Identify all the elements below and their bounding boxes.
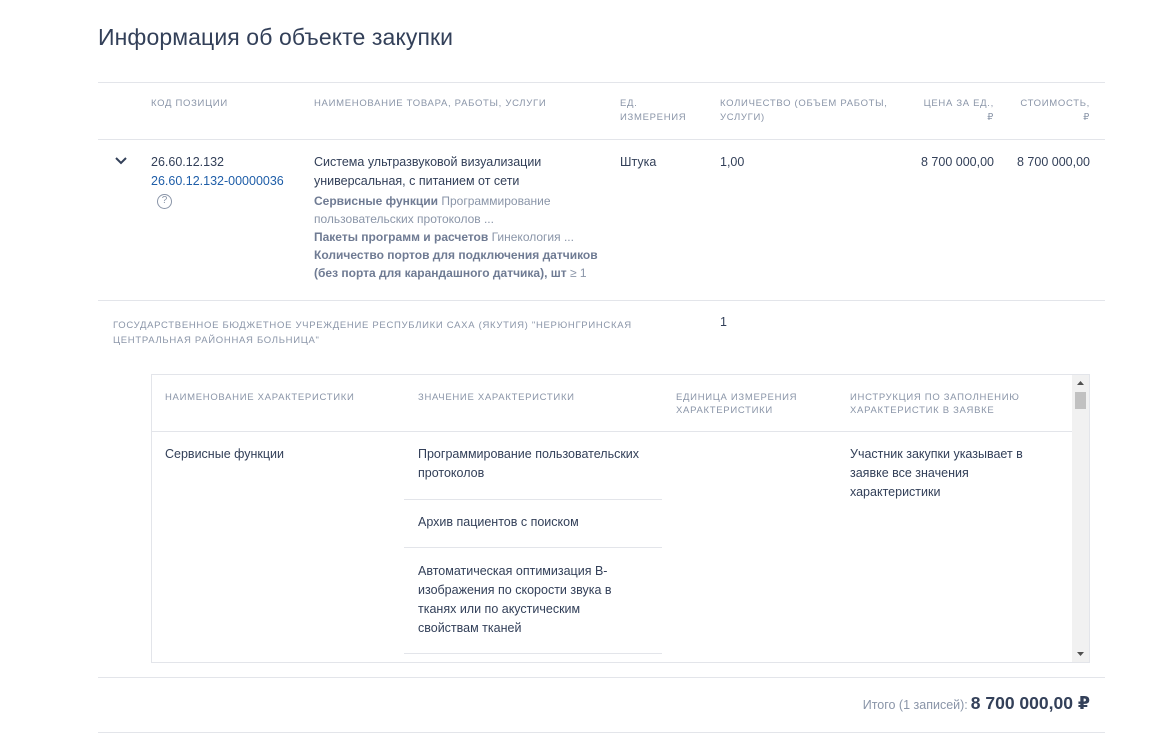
char-header-divider: [152, 431, 1074, 432]
row-characteristics: Сервисные функции Программирование польз…: [314, 192, 604, 282]
row-price: 8 700 000,00: [921, 155, 994, 169]
char-value-divider: [404, 499, 662, 500]
footer-top-divider: [98, 677, 1105, 678]
row-divider: [98, 300, 1105, 301]
header-price-line1: ЦЕНА ЗА ЕД.,: [923, 98, 994, 109]
header-unit-line2: ИЗМЕРЕНИЯ: [620, 112, 687, 123]
header-cost-line1: СТОИМОСТЬ,: [1020, 98, 1090, 109]
customer-qty: 1: [720, 315, 727, 329]
row-name: Система ультразвуковой визуализации унив…: [314, 153, 594, 191]
row-code: 26.60.12.132: [151, 155, 224, 169]
char-service-functions: Сервисные функции Программирование польз…: [314, 192, 604, 228]
char-software-packages: Пакеты программ и расчетов Гинекология .…: [314, 228, 604, 246]
chevron-down-icon[interactable]: [113, 154, 129, 168]
char-value: Гинекология ...: [488, 230, 574, 244]
footer-bottom-divider: [98, 732, 1105, 733]
header-divider: [98, 139, 1105, 140]
header-price: ЦЕНА ЗА ЕД., ₽: [924, 97, 994, 125]
scrollbar-thumb[interactable]: [1075, 392, 1086, 409]
row-qty: 1,00: [720, 155, 745, 169]
row-cost: 8 700 000,00: [1017, 155, 1090, 169]
triangle-up-icon[interactable]: [1072, 375, 1089, 392]
header-qty: КОЛИЧЕСТВО (ОБЪЕМ РАБОТЫ, УСЛУГИ): [720, 97, 888, 125]
char-value-3: Автоматическая оптимизация B-изображения…: [418, 564, 612, 635]
header-unit-line1: ЕД.: [620, 98, 638, 109]
char-header-instruction-line2: ХАРАКТЕРИСТИК В ЗАЯВКЕ: [850, 405, 995, 416]
header-code: КОД ПОЗИЦИИ: [151, 98, 228, 109]
header-qty-line1: КОЛИЧЕСТВО (ОБЪЕМ РАБОТЫ,: [720, 98, 888, 109]
header-cost-line2: ₽: [1083, 112, 1090, 123]
scrollbar[interactable]: [1072, 375, 1089, 662]
row-name-line2: универсальная, с питанием от сети: [314, 174, 520, 188]
total-value: 8 700 000,00 ₽: [970, 693, 1090, 713]
char-header-unit-line1: ЕДИНИЦА ИЗМЕРЕНИЯ: [676, 392, 798, 403]
header-qty-line2: УСЛУГИ): [720, 112, 765, 123]
row-unit: Штука: [620, 155, 657, 169]
char-value: ≥ 1: [566, 266, 587, 280]
table-top-divider: [98, 82, 1105, 83]
header-cost: СТОИМОСТЬ, ₽: [1020, 97, 1090, 125]
char-value-divider: [404, 547, 662, 548]
char-header-unit-line2: ХАРАКТЕРИСТИКИ: [676, 405, 773, 416]
char-label: Сервисные функции: [314, 194, 439, 208]
char-header-instruction-line1: ИНСТРУКЦИЯ ПО ЗАПОЛНЕНИЮ: [850, 392, 1020, 403]
characteristics-table[interactable]: НАИМЕНОВАНИЕ ХАРАКТЕРИСТИКИ ЗНАЧЕНИЕ ХАР…: [151, 374, 1090, 663]
page-title: Информация об объекте закупки: [98, 24, 454, 50]
char-header-instruction: ИНСТРУКЦИЯ ПО ЗАПОЛНЕНИЮ ХАРАКТЕРИСТИК В…: [850, 391, 1020, 417]
char-header-unit: ЕДИНИЦА ИЗМЕРЕНИЯ ХАРАКТЕРИСТИКИ: [676, 391, 797, 417]
header-name: НАИМЕНОВАНИЕ ТОВАРА, РАБОТЫ, УСЛУГИ: [314, 98, 547, 109]
header-unit: ЕД. ИЗМЕРЕНИЯ: [620, 97, 686, 125]
char-instruction: Участник закупки указывает в заявке все …: [850, 447, 1023, 499]
header-price-line2: ₽: [987, 112, 994, 123]
char-label: Пакеты программ и расчетов: [314, 230, 489, 244]
char-sensor-ports: Количество портов для подключения датчик…: [314, 246, 604, 282]
char-header-name: НАИМЕНОВАНИЕ ХАРАКТЕРИСТИКИ: [165, 392, 355, 403]
row-code-link[interactable]: 26.60.12.132-00000036: [151, 172, 284, 191]
row-name-line1: Система ультразвуковой визуализации: [314, 155, 542, 169]
char-value-1: Программирование пользовательских проток…: [418, 447, 640, 480]
triangle-down-icon[interactable]: [1072, 645, 1089, 662]
total-label: Итого (1 записей):: [862, 698, 968, 712]
question-circle-icon[interactable]: ?: [157, 194, 172, 209]
char-value-2: Архив пациентов с поиском: [418, 515, 579, 529]
char-value-divider: [404, 653, 662, 654]
customer-name: ГОСУДАРСТВЕННОЕ БЮДЖЕТНОЕ УЧРЕЖДЕНИЕ РЕС…: [113, 320, 632, 346]
char-header-value: ЗНАЧЕНИЕ ХАРАКТЕРИСТИКИ: [418, 392, 575, 403]
total: Итого (1 записей): 8 700 000,00 ₽: [863, 693, 1090, 714]
char-name: Сервисные функции: [165, 447, 285, 461]
char-label: Количество портов для подключения датчик…: [314, 248, 598, 280]
